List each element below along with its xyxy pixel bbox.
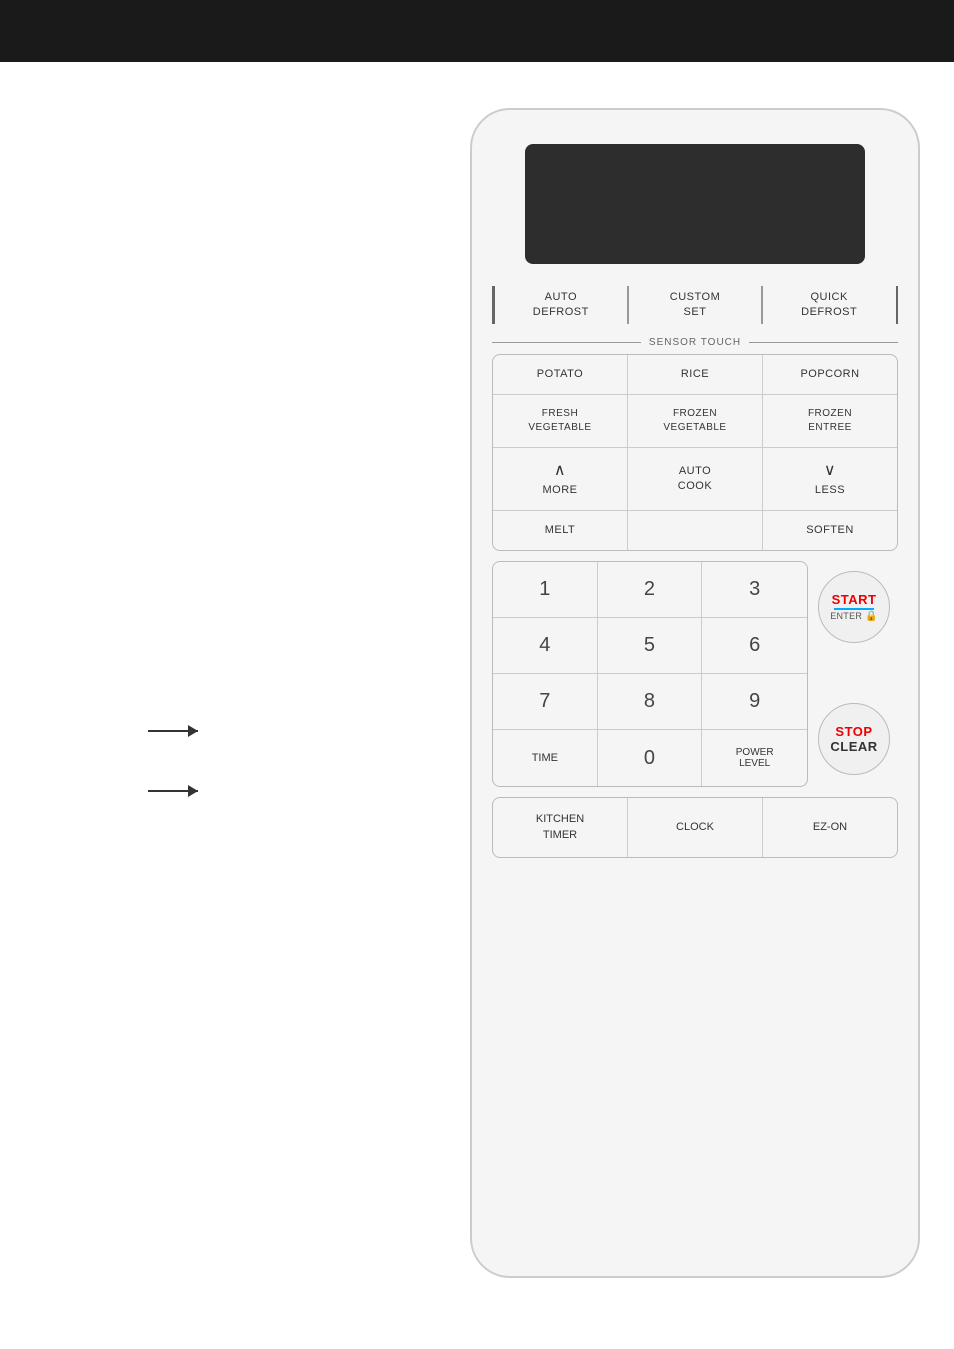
right-divider: [896, 286, 899, 324]
num-2-button[interactable]: 2: [598, 562, 703, 618]
melt-button[interactable]: MELT: [493, 511, 627, 550]
stop-clear-button[interactable]: STOP CLEAR: [818, 703, 890, 775]
sensor-row-4: MELT SOFTEN: [493, 511, 897, 550]
sensor-row-2: FRESH VEGETABLE FROZEN VEGETABLE FROZEN …: [493, 395, 897, 448]
numpad-area: 1 2 3 4 5 6 7 8 9 TIME 0 POWER LEVEL STA…: [492, 561, 898, 787]
more-button[interactable]: MORE: [493, 448, 627, 510]
less-button[interactable]: LESS: [762, 448, 897, 510]
sensor-row-3: MORE AUTO COOK LESS: [493, 448, 897, 511]
clock-button[interactable]: CLOCK: [627, 798, 762, 857]
lock-icon: 🔒: [865, 611, 878, 622]
fresh-vegetable-button[interactable]: FRESH VEGETABLE: [493, 395, 627, 447]
clear-label: CLEAR: [830, 739, 877, 754]
display-screen: [525, 144, 865, 264]
num-6-button[interactable]: 6: [702, 618, 807, 674]
start-button[interactable]: START ENTER 🔒: [818, 571, 890, 643]
time-button[interactable]: TIME: [493, 730, 598, 786]
frozen-entree-button[interactable]: FROZEN ENTREE: [762, 395, 897, 447]
stop-label: STOP: [835, 724, 872, 739]
less-chevron-icon: [769, 460, 891, 482]
popcorn-button[interactable]: POPCORN: [762, 355, 897, 394]
num-3-button[interactable]: 3: [702, 562, 807, 618]
auto-cook-button[interactable]: AUTO COOK: [627, 448, 762, 510]
rice-button[interactable]: RICE: [627, 355, 762, 394]
sensor-line-left: [492, 342, 641, 343]
sensor-row-1: POTATO RICE POPCORN: [493, 355, 897, 395]
more-label: MORE: [543, 484, 578, 496]
side-buttons: START ENTER 🔒 STOP CLEAR: [808, 561, 898, 787]
num-9-button[interactable]: 9: [702, 674, 807, 730]
start-label: START: [832, 592, 877, 607]
num-5-button[interactable]: 5: [598, 618, 703, 674]
potato-button[interactable]: POTATO: [493, 355, 627, 394]
num-4-button[interactable]: 4: [493, 618, 598, 674]
less-label: LESS: [815, 484, 845, 496]
numpad-grid: 1 2 3 4 5 6 7 8 9 TIME 0 POWER LEVEL: [492, 561, 808, 787]
sensor-line-right: [749, 342, 898, 343]
arrow-lower: [148, 790, 198, 792]
arrow-shape-upper: [148, 730, 198, 732]
stop-btn-wrap: STOP CLEAR: [818, 703, 898, 775]
sensor-touch-row: SENSOR TOUCH: [492, 337, 898, 348]
enter-label: ENTER 🔒: [830, 611, 878, 622]
soften-button[interactable]: SOFTEN: [762, 511, 897, 550]
enter-text: ENTER: [830, 611, 862, 621]
bottom-section: KITCHEN TIMER CLOCK EZ-ON: [492, 797, 898, 858]
arrow-upper: [148, 730, 198, 732]
sensor-touch-label: SENSOR TOUCH: [641, 337, 749, 348]
power-level-button[interactable]: POWER LEVEL: [702, 730, 807, 786]
num-1-button[interactable]: 1: [493, 562, 598, 618]
ez-on-button[interactable]: EZ-ON: [762, 798, 897, 857]
auto-defrost-button[interactable]: AUTO DEFROST: [495, 282, 628, 329]
start-btn-wrap: START ENTER 🔒: [818, 571, 898, 643]
arrow-shape-lower: [148, 790, 198, 792]
header-bar: [0, 0, 954, 62]
more-chevron-icon: [499, 460, 621, 482]
top-function-row: AUTO DEFROST CUSTOM SET QUICK DEFROST: [492, 282, 898, 329]
microwave-panel: AUTO DEFROST CUSTOM SET QUICK DEFROST SE…: [470, 108, 920, 1278]
num-7-button[interactable]: 7: [493, 674, 598, 730]
custom-set-button[interactable]: CUSTOM SET: [629, 282, 762, 329]
empty-center-button: [627, 511, 762, 550]
sensor-section: POTATO RICE POPCORN FRESH VEGETABLE FROZ…: [492, 354, 898, 552]
num-8-button[interactable]: 8: [598, 674, 703, 730]
quick-defrost-button[interactable]: QUICK DEFROST: [763, 282, 896, 329]
num-0-button[interactable]: 0: [598, 730, 703, 786]
frozen-vegetable-button[interactable]: FROZEN VEGETABLE: [627, 395, 762, 447]
kitchen-timer-button[interactable]: KITCHEN TIMER: [493, 798, 627, 857]
